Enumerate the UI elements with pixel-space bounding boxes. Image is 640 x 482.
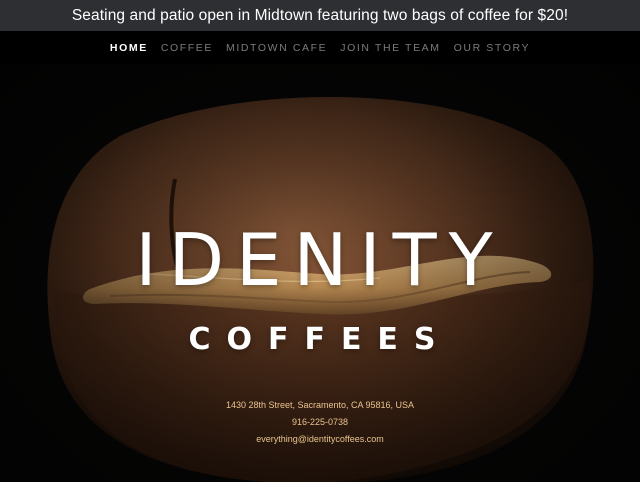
- phone-link[interactable]: 916-225-0738: [0, 414, 640, 431]
- email-link[interactable]: everything@identitycoffees.com: [0, 431, 640, 448]
- contact-info: 1430 28th Street, Sacramento, CA 95816, …: [0, 397, 640, 448]
- address-text: 1430 28th Street, Sacramento, CA 95816, …: [225, 400, 415, 410]
- brand-subtitle: COFFEES: [188, 322, 452, 357]
- brand-title: IDENITY: [135, 218, 505, 302]
- main-nav: HOME COFFEE MIDTOWN CAFE JOIN THE TEAM O…: [0, 31, 640, 64]
- nav-item-coffee[interactable]: COFFEE: [161, 42, 213, 54]
- nav-item-home[interactable]: HOME: [110, 42, 148, 54]
- announcement-text: Seating and patio open in Midtown featur…: [71, 6, 569, 24]
- nav-item-our-story[interactable]: OUR STORY: [454, 42, 530, 54]
- announcement-bar: Seating and patio open in Midtown featur…: [0, 0, 640, 31]
- nav-item-join-the-team[interactable]: JOIN THE TEAM: [340, 42, 440, 54]
- hero-section: IDENITY COFFEES 1430 28th Street, Sacram…: [0, 64, 640, 482]
- nav-item-midtown-cafe[interactable]: MIDTOWN CAFE: [226, 42, 327, 54]
